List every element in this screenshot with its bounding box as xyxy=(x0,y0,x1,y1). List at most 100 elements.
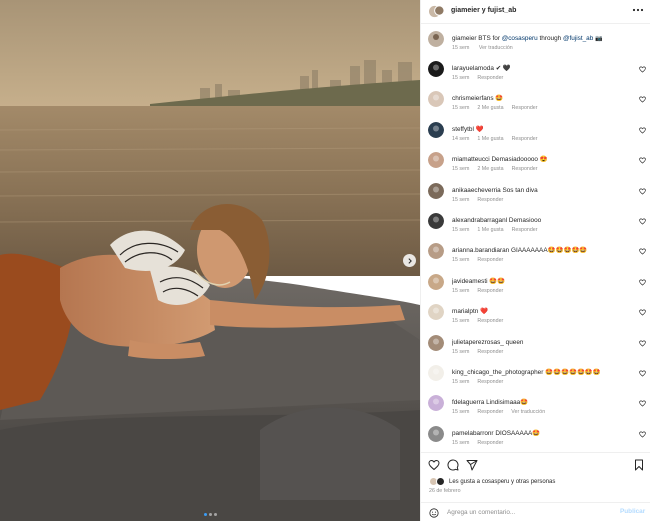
comment-time: 15 sem xyxy=(452,75,470,81)
avatar[interactable] xyxy=(428,213,444,229)
comment-like-icon[interactable] xyxy=(639,370,646,377)
comment-time: 15 sem xyxy=(452,348,470,355)
avatar[interactable] xyxy=(429,4,444,19)
comment-body: Lindisimaaa🤩 xyxy=(486,399,529,407)
likes-summary[interactable]: Les gusta a cosasperu y otras personas xyxy=(429,477,555,486)
comment-likes[interactable]: 1 Me gusta xyxy=(477,136,503,142)
avatar[interactable] xyxy=(428,182,444,199)
avatar[interactable] xyxy=(428,395,444,412)
avatar[interactable] xyxy=(428,334,444,351)
comment-user[interactable]: chrismeierfans xyxy=(452,95,494,102)
comment-meta: 15 sem 1 Me gusta Responder xyxy=(452,227,546,233)
share-icon[interactable] xyxy=(466,459,478,471)
comment-like-icon[interactable] xyxy=(639,279,646,286)
comment-meta: 14 sem 1 Me gusta Responder xyxy=(452,136,546,142)
avatar[interactable] xyxy=(428,61,444,77)
caption-user[interactable]: giameier xyxy=(452,35,477,42)
comment-like-icon[interactable] xyxy=(639,340,646,347)
publish-button[interactable]: Publicar xyxy=(620,508,645,515)
reply-link[interactable]: Responder xyxy=(477,379,503,385)
avatar[interactable] xyxy=(428,31,444,47)
post-author-line[interactable]: giameier y fujist_ab xyxy=(451,7,516,14)
comment-likes[interactable]: 1 Me gusta xyxy=(477,227,503,233)
next-photo-button[interactable] xyxy=(403,254,416,267)
comment-user[interactable]: julietaperezrosas_ xyxy=(452,339,504,346)
more-options-icon[interactable] xyxy=(632,5,644,15)
comment-text: marialptn ❤️ xyxy=(452,307,640,316)
comment-text: steffytbl ❤️ xyxy=(452,125,640,134)
comment-user[interactable]: marialptn xyxy=(452,308,478,315)
comment-user[interactable]: arianna.barandiaran xyxy=(452,247,509,254)
comment-user[interactable]: king_chicago_the_photographer xyxy=(452,369,543,376)
comment-user[interactable]: javideamesti xyxy=(452,278,488,285)
emoji-picker-icon[interactable] xyxy=(429,508,439,518)
comment-text: arianna.barandiaran GIAAAAAAA🤩🤩🤩🤩🤩 xyxy=(452,246,640,255)
reply-link[interactable]: Responder xyxy=(512,136,538,142)
comment-like-icon[interactable] xyxy=(639,431,646,438)
comment-like-icon[interactable] xyxy=(639,127,646,134)
comment-meta: 15 sem Responder xyxy=(452,257,511,263)
avatar[interactable] xyxy=(428,273,444,290)
comment-like-icon[interactable] xyxy=(639,96,646,103)
reply-link[interactable]: Responder xyxy=(477,349,503,355)
chevron-right-icon xyxy=(407,257,412,264)
avatar[interactable] xyxy=(428,365,444,381)
comment-like-icon[interactable] xyxy=(639,309,646,316)
comment-time: 15 sem xyxy=(452,227,470,233)
comment-user[interactable]: miamatteucci xyxy=(452,156,490,163)
comment-body: 🤩🤩🤩🤩🤩🤩🤩 xyxy=(545,369,601,376)
see-translation-link[interactable]: Ver traducción xyxy=(511,409,545,415)
post-media[interactable] xyxy=(0,0,420,521)
comments-list[interactable]: giameier BTS for @cosasperu through @fuj… xyxy=(421,24,650,452)
comment-body: Demasiooo xyxy=(508,217,542,224)
likes-text[interactable]: Les gusta a cosasperu y otras personas xyxy=(449,479,555,485)
comment-like-icon[interactable] xyxy=(639,66,646,73)
bookmark-icon[interactable] xyxy=(633,459,645,471)
comment-likes[interactable]: 2 Me gusta xyxy=(477,166,503,172)
comment-meta: 15 sem Responder xyxy=(452,288,511,294)
reply-link[interactable]: Responder xyxy=(477,440,503,446)
comment-meta: 15 sem Responder xyxy=(452,318,511,324)
comment-like-icon[interactable] xyxy=(639,157,646,164)
like-icon[interactable] xyxy=(428,459,440,471)
avatar[interactable] xyxy=(428,121,444,138)
comment-row: fdelaguerra Lindisimaaa🤩 15 sem Responder V… xyxy=(421,392,650,422)
comment-row: marialptn ❤️ 15 sem Responder xyxy=(421,301,650,331)
instagram-post-modal: giameier y fujist_ab giameier BTS for @c… xyxy=(0,0,650,521)
carousel-dot xyxy=(208,513,212,516)
comment-user[interactable]: larayuelamoda xyxy=(452,65,494,72)
comment-icon[interactable] xyxy=(447,459,459,471)
avatar[interactable] xyxy=(428,152,444,169)
comment-like-icon[interactable] xyxy=(639,188,646,195)
reply-link[interactable]: Responder xyxy=(477,288,503,294)
reply-link[interactable]: Responder xyxy=(477,257,503,263)
comment-user[interactable]: steffytbl xyxy=(452,126,474,133)
comment-like-icon[interactable] xyxy=(639,400,646,407)
comment-text: fdelaguerra Lindisimaaa🤩 xyxy=(452,398,640,407)
reply-link[interactable]: Responder xyxy=(512,227,538,233)
comment-user[interactable]: pamelabarronr xyxy=(452,430,494,437)
comment-like-icon[interactable] xyxy=(639,248,646,255)
comment-user[interactable]: alexandrabarraganl xyxy=(452,217,507,224)
reply-link[interactable]: Responder xyxy=(477,75,503,81)
avatar[interactable] xyxy=(428,304,444,321)
avatar[interactable] xyxy=(428,243,444,260)
reply-link[interactable]: Responder xyxy=(512,166,538,172)
reply-link[interactable]: Responder xyxy=(477,318,503,324)
avatar[interactable] xyxy=(428,91,444,108)
post-photo xyxy=(0,0,420,521)
comment-like-icon[interactable] xyxy=(639,218,646,225)
see-translation-link[interactable]: Ver traducción xyxy=(479,45,513,51)
comment-user[interactable]: fdelaguerra xyxy=(452,399,484,406)
comment-likes[interactable]: 2 Me gusta xyxy=(477,105,503,111)
mention-link[interactable]: @fujist_ab xyxy=(563,35,593,42)
reply-link[interactable]: Responder xyxy=(477,409,503,415)
reply-link[interactable]: Responder xyxy=(512,105,538,111)
mention-link[interactable]: @cosasperu xyxy=(502,35,538,42)
camera-emoji: 📷 xyxy=(595,36,603,42)
add-comment-input[interactable] xyxy=(447,506,612,519)
comment-user[interactable]: anikaaecheverria xyxy=(452,187,501,194)
avatar[interactable] xyxy=(428,425,444,442)
reply-link[interactable]: Responder xyxy=(477,197,503,203)
comment-time: 15 sem xyxy=(452,379,470,385)
